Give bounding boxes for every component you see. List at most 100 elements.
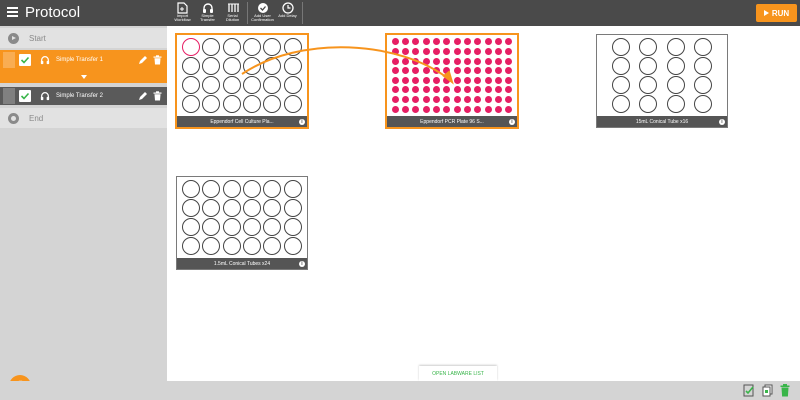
well[interactable]: [443, 38, 451, 46]
well[interactable]: [283, 236, 302, 255]
well[interactable]: [263, 217, 282, 236]
well[interactable]: [243, 180, 262, 199]
well[interactable]: [666, 94, 685, 113]
well[interactable]: [443, 86, 451, 94]
validate-checklist-icon[interactable]: [743, 384, 755, 400]
well[interactable]: [494, 47, 502, 55]
well[interactable]: [422, 86, 430, 94]
well[interactable]: [391, 105, 399, 113]
well[interactable]: [666, 75, 685, 94]
well[interactable]: [694, 57, 713, 76]
well[interactable]: [202, 236, 221, 255]
well[interactable]: [422, 57, 430, 65]
well[interactable]: [412, 67, 420, 75]
step-checkbox[interactable]: [19, 54, 31, 66]
well[interactable]: [463, 38, 471, 46]
well[interactable]: [494, 96, 502, 104]
step-simple-transfer-1[interactable]: Simple Transfer 1: [0, 50, 167, 70]
well[interactable]: [182, 199, 201, 218]
well[interactable]: [283, 38, 302, 57]
well[interactable]: [694, 75, 713, 94]
well[interactable]: [412, 76, 420, 84]
well[interactable]: [182, 38, 201, 57]
labware-eppendorf-cell-culture-plate[interactable]: Eppendorf Cell Culture Pla... i: [175, 33, 309, 129]
well[interactable]: [412, 47, 420, 55]
well[interactable]: [401, 67, 409, 75]
well[interactable]: [263, 180, 282, 199]
well[interactable]: [494, 86, 502, 94]
labware-15ml-conical-tubes[interactable]: 15mL Conical Tube x16 i: [596, 34, 728, 128]
well[interactable]: [505, 57, 513, 65]
labware-1-5ml-conical-tubes[interactable]: 1.5mL Conical Tubes x24 i: [176, 176, 308, 270]
well[interactable]: [422, 47, 430, 55]
step-checkbox[interactable]: [19, 90, 31, 102]
well[interactable]: [484, 67, 492, 75]
info-icon[interactable]: i: [299, 261, 305, 267]
well[interactable]: [463, 76, 471, 84]
well[interactable]: [484, 76, 492, 84]
well[interactable]: [474, 67, 482, 75]
copy-icon[interactable]: [762, 384, 773, 400]
well[interactable]: [422, 67, 430, 75]
well[interactable]: [283, 75, 302, 94]
well[interactable]: [422, 76, 430, 84]
well[interactable]: [463, 67, 471, 75]
well[interactable]: [391, 86, 399, 94]
well[interactable]: [639, 57, 658, 76]
well[interactable]: [484, 38, 492, 46]
step-start[interactable]: Start: [0, 28, 167, 48]
well[interactable]: [505, 86, 513, 94]
well[interactable]: [611, 57, 630, 76]
well[interactable]: [694, 94, 713, 113]
well[interactable]: [422, 38, 430, 46]
well[interactable]: [391, 47, 399, 55]
well[interactable]: [474, 76, 482, 84]
well[interactable]: [422, 96, 430, 104]
info-icon[interactable]: i: [719, 119, 725, 125]
well[interactable]: [182, 236, 201, 255]
well[interactable]: [484, 57, 492, 65]
add-user-confirmation-button[interactable]: Add User Confirmation: [250, 0, 275, 26]
well[interactable]: [202, 180, 221, 199]
trash-icon[interactable]: [153, 91, 162, 101]
well[interactable]: [182, 94, 201, 113]
well[interactable]: [505, 76, 513, 84]
well[interactable]: [484, 47, 492, 55]
well[interactable]: [453, 105, 461, 113]
well[interactable]: [474, 47, 482, 55]
trash-icon[interactable]: [153, 55, 162, 65]
well[interactable]: [202, 75, 221, 94]
well[interactable]: [432, 76, 440, 84]
well[interactable]: [463, 57, 471, 65]
well[interactable]: [463, 96, 471, 104]
well[interactable]: [401, 57, 409, 65]
well[interactable]: [412, 38, 420, 46]
well[interactable]: [391, 96, 399, 104]
well[interactable]: [263, 75, 282, 94]
well[interactable]: [401, 105, 409, 113]
well[interactable]: [443, 47, 451, 55]
well[interactable]: [505, 38, 513, 46]
well[interactable]: [453, 67, 461, 75]
well[interactable]: [222, 236, 241, 255]
well[interactable]: [391, 76, 399, 84]
well[interactable]: [453, 76, 461, 84]
well[interactable]: [263, 57, 282, 76]
well[interactable]: [182, 57, 201, 76]
run-button[interactable]: RUN: [756, 4, 797, 22]
well[interactable]: [432, 67, 440, 75]
well[interactable]: [494, 67, 502, 75]
well[interactable]: [283, 180, 302, 199]
import-workflow-button[interactable]: Import Workflow: [170, 0, 195, 26]
well[interactable]: [182, 75, 201, 94]
expand-step-button[interactable]: [0, 70, 167, 83]
well[interactable]: [443, 76, 451, 84]
well[interactable]: [494, 105, 502, 113]
well[interactable]: [494, 38, 502, 46]
well[interactable]: [505, 96, 513, 104]
well[interactable]: [401, 96, 409, 104]
well[interactable]: [243, 38, 262, 57]
well[interactable]: [391, 67, 399, 75]
serial-dilution-button[interactable]: Serial Dilution: [220, 0, 245, 26]
well[interactable]: [202, 38, 221, 57]
